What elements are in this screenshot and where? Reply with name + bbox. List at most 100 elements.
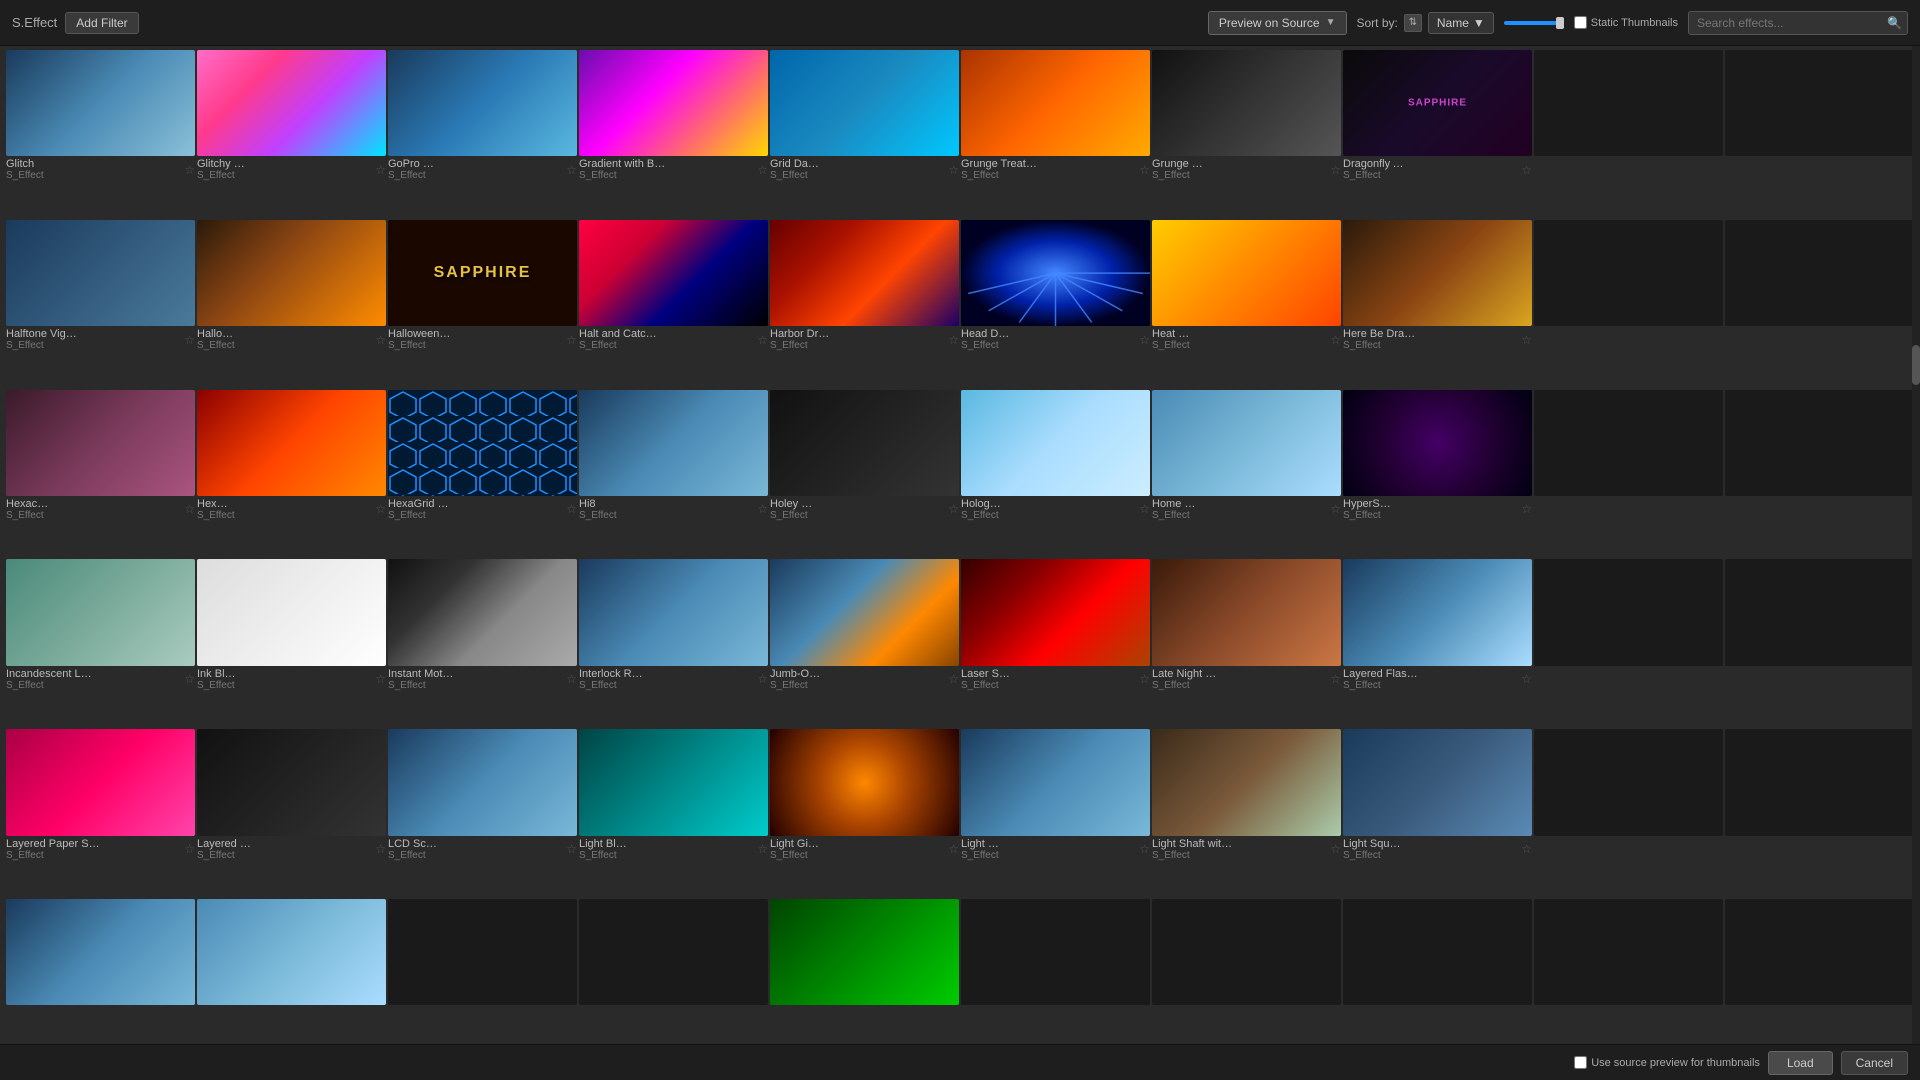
grid-item[interactable] — [388, 899, 577, 1040]
favorite-star-icon[interactable]: ☆ — [375, 333, 386, 347]
favorite-star-icon[interactable]: ☆ — [1521, 333, 1532, 347]
grid-item[interactable]: HexaGrid EchoS_Effect☆ — [388, 390, 577, 558]
grid-item[interactable] — [1534, 50, 1723, 218]
grid-item[interactable]: Ink BlotchS_Effect☆ — [197, 559, 386, 727]
favorite-star-icon[interactable]: ☆ — [375, 672, 386, 686]
grid-item[interactable]: Laser ShowS_Effect☆ — [961, 559, 1150, 727]
grid-item[interactable]: SAPPHIREHalloween TextS_Effect☆ — [388, 220, 577, 388]
favorite-star-icon[interactable]: ☆ — [1521, 163, 1532, 177]
favorite-star-icon[interactable]: ☆ — [1139, 333, 1150, 347]
grid-item[interactable]: Light Shaft with DustS_Effect☆ — [1152, 729, 1341, 897]
grid-item[interactable]: Light GizmoS_Effect☆ — [770, 729, 959, 897]
favorite-star-icon[interactable]: ☆ — [757, 163, 768, 177]
favorite-star-icon[interactable]: ☆ — [1139, 672, 1150, 686]
scrollbar[interactable] — [1912, 46, 1920, 1044]
favorite-star-icon[interactable]: ☆ — [375, 163, 386, 177]
favorite-star-icon[interactable]: ☆ — [184, 163, 195, 177]
favorite-star-icon[interactable]: ☆ — [1521, 842, 1532, 856]
scrollbar-thumb[interactable] — [1912, 345, 1920, 385]
grid-item[interactable]: Interlock RevealS_Effect☆ — [579, 559, 768, 727]
favorite-star-icon[interactable]: ☆ — [566, 842, 577, 856]
favorite-star-icon[interactable]: ☆ — [1521, 672, 1532, 686]
favorite-star-icon[interactable]: ☆ — [566, 333, 577, 347]
grid-item[interactable]: Layered Paper ShredsS_Effect☆ — [6, 729, 195, 897]
grid-item[interactable]: Home MovieS_Effect☆ — [1152, 390, 1341, 558]
grid-item[interactable] — [1343, 899, 1532, 1040]
favorite-star-icon[interactable]: ☆ — [1330, 672, 1341, 686]
favorite-star-icon[interactable]: ☆ — [948, 502, 959, 516]
favorite-star-icon[interactable]: ☆ — [1330, 502, 1341, 516]
favorite-star-icon[interactable]: ☆ — [757, 502, 768, 516]
thumbnail-size-slider[interactable] — [1504, 21, 1564, 25]
grid-item[interactable]: Head DressS_Effect☆ — [961, 220, 1150, 388]
grid-item[interactable] — [1152, 899, 1341, 1040]
grid-item[interactable] — [1725, 390, 1914, 558]
grid-item[interactable] — [6, 899, 195, 1040]
grid-item[interactable] — [579, 899, 768, 1040]
grid-item[interactable]: Gradient with Bokeh...S_Effect☆ — [579, 50, 768, 218]
favorite-star-icon[interactable]: ☆ — [375, 842, 386, 856]
grid-item[interactable]: Halftone VignetteS_Effect☆ — [6, 220, 195, 388]
grid-item[interactable] — [770, 899, 959, 1040]
ok-button[interactable]: Load — [1768, 1051, 1833, 1075]
grid-item[interactable]: Light BlocksS_Effect☆ — [579, 729, 768, 897]
grid-item[interactable]: HexacubesS_Effect☆ — [6, 390, 195, 558]
grid-item[interactable]: Grunge TreatmentS_Effect☆ — [961, 50, 1150, 218]
favorite-star-icon[interactable]: ☆ — [948, 163, 959, 177]
grid-item[interactable]: Heat HazeS_Effect☆ — [1152, 220, 1341, 388]
grid-item[interactable]: LCD ScreenS_Effect☆ — [388, 729, 577, 897]
grid-item[interactable]: Harbor DreamsS_Effect☆ — [770, 220, 959, 388]
grid-item[interactable]: Late Night HazeS_Effect☆ — [1152, 559, 1341, 727]
grid-item[interactable]: GoPro FixerS_Effect☆ — [388, 50, 577, 218]
grid-item[interactable]: HyperSpaceS_Effect☆ — [1343, 390, 1532, 558]
slider-track[interactable] — [1504, 21, 1564, 25]
grid-item[interactable]: HologramS_Effect☆ — [961, 390, 1150, 558]
favorite-star-icon[interactable]: ☆ — [1521, 502, 1532, 516]
add-filter-button[interactable]: Add Filter — [65, 12, 138, 34]
favorite-star-icon[interactable]: ☆ — [184, 333, 195, 347]
favorite-star-icon[interactable]: ☆ — [948, 842, 959, 856]
favorite-star-icon[interactable]: ☆ — [566, 163, 577, 177]
grid-item[interactable] — [1725, 220, 1914, 388]
grid-item[interactable] — [1534, 220, 1723, 388]
grid-item[interactable]: Incandescent Light...S_Effect☆ — [6, 559, 195, 727]
favorite-star-icon[interactable]: ☆ — [1139, 163, 1150, 177]
grid-item[interactable]: HexafluxS_Effect☆ — [197, 390, 386, 558]
grid-item[interactable]: Glitchy SortS_Effect☆ — [197, 50, 386, 218]
grid-item[interactable]: Light SquaresS_Effect☆ — [1343, 729, 1532, 897]
grid-item[interactable]: Jumb-O-tronS_Effect☆ — [770, 559, 959, 727]
sort-name-dropdown[interactable]: Name ▼ — [1428, 12, 1494, 34]
favorite-star-icon[interactable]: ☆ — [1330, 842, 1341, 856]
sort-icon[interactable]: ⇅ — [1404, 14, 1422, 32]
favorite-star-icon[interactable]: ☆ — [184, 842, 195, 856]
grid-item[interactable] — [1534, 559, 1723, 727]
grid-item[interactable]: Grid DamageS_Effect☆ — [770, 50, 959, 218]
grid-item[interactable] — [1725, 899, 1914, 1040]
favorite-star-icon[interactable]: ☆ — [566, 672, 577, 686]
grid-item[interactable] — [1534, 899, 1723, 1040]
grid-item[interactable]: HalloweenS_Effect☆ — [197, 220, 386, 388]
favorite-star-icon[interactable]: ☆ — [948, 333, 959, 347]
grid-item[interactable]: Layered RainS_Effect☆ — [197, 729, 386, 897]
grid-item[interactable]: Light PegsS_Effect☆ — [961, 729, 1150, 897]
favorite-star-icon[interactable]: ☆ — [184, 502, 195, 516]
favorite-star-icon[interactable]: ☆ — [948, 672, 959, 686]
static-thumbnails-checkbox[interactable] — [1574, 16, 1587, 29]
grid-item[interactable] — [1534, 390, 1723, 558]
favorite-star-icon[interactable]: ☆ — [1139, 842, 1150, 856]
grid-item[interactable]: GlitchS_Effect☆ — [6, 50, 195, 218]
grid-item[interactable]: SAPPHIREDragonfly AlphaS_Effect☆ — [1343, 50, 1532, 218]
favorite-star-icon[interactable]: ☆ — [757, 842, 768, 856]
favorite-star-icon[interactable]: ☆ — [375, 502, 386, 516]
grid-item[interactable] — [1725, 729, 1914, 897]
favorite-star-icon[interactable]: ☆ — [1139, 502, 1150, 516]
grid-item[interactable] — [197, 899, 386, 1040]
grid-item[interactable]: Hi8S_Effect☆ — [579, 390, 768, 558]
grid-item[interactable]: Halt and Catch FireS_Effect☆ — [579, 220, 768, 388]
grid-item[interactable]: Instant Motion...S_Effect☆ — [388, 559, 577, 727]
favorite-star-icon[interactable]: ☆ — [566, 502, 577, 516]
cancel-button[interactable]: Cancel — [1841, 1051, 1908, 1075]
favorite-star-icon[interactable]: ☆ — [1330, 163, 1341, 177]
grid-item[interactable] — [1725, 50, 1914, 218]
favorite-star-icon[interactable]: ☆ — [757, 333, 768, 347]
